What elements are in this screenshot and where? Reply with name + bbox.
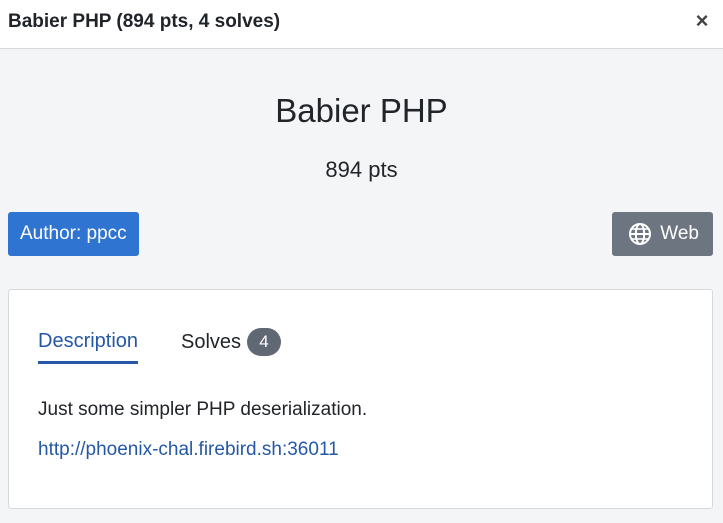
modal-header: Babier PHP (894 pts, 4 solves) × xyxy=(0,0,723,49)
globe-icon xyxy=(629,223,652,245)
category-badge: Web xyxy=(612,212,713,256)
modal-title: Babier PHP (894 pts, 4 solves) xyxy=(8,11,281,32)
solves-count-badge: 4 xyxy=(247,328,282,356)
challenge-name: Babier PHP xyxy=(275,92,448,129)
tab-solves-label: Solves xyxy=(181,330,242,353)
author-badge: Author: ppcc xyxy=(8,212,139,256)
challenge-card: Description Solves 4 Just some simpler P… xyxy=(8,289,713,509)
tab-description[interactable]: Description xyxy=(38,330,139,364)
challenge-points: 894 pts xyxy=(325,157,398,182)
tab-solves[interactable]: Solves 4 xyxy=(181,328,282,356)
close-button[interactable]: × xyxy=(691,10,713,32)
description-text: Just some simpler PHP deserialization. xyxy=(38,399,368,420)
category-label: Web xyxy=(660,223,699,244)
challenge-link[interactable]: http://phoenix-chal.firebird.sh:36011 xyxy=(38,439,339,461)
